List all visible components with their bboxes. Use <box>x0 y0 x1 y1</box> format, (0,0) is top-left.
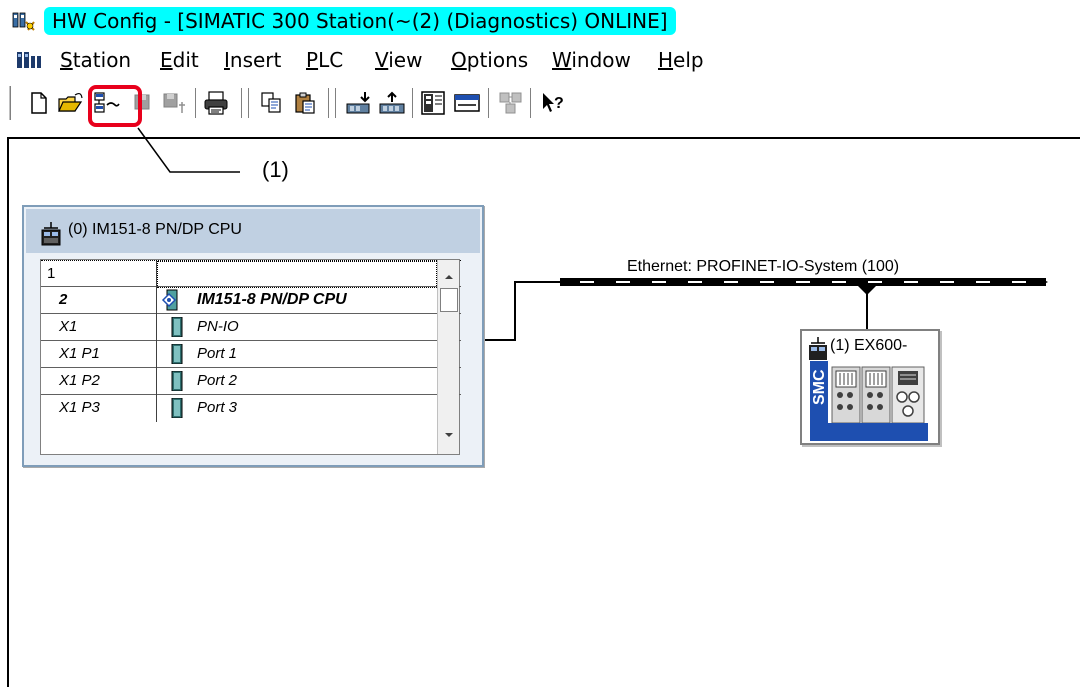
rack-icon <box>41 222 61 246</box>
device-name: (1) EX600- <box>830 337 908 354</box>
port-module-icon <box>171 398 183 418</box>
cpu-module-icon <box>161 289 178 311</box>
smc-logo: SMC <box>811 369 828 405</box>
slot-number: X1 P2 <box>41 368 157 395</box>
slot-number: 1 <box>41 261 157 288</box>
module-cell[interactable]: Port 2 <box>157 368 437 395</box>
module-cell[interactable] <box>157 261 437 288</box>
ex600-device-image: SMC <box>810 361 928 441</box>
rack-title: (0) IM151-8 PN/DP CPU <box>68 221 242 238</box>
scroll-up-arrow-icon[interactable] <box>442 272 456 282</box>
rack-row[interactable]: 1 <box>41 260 461 288</box>
profinet-system-label: Ethernet: PROFINET-IO-System (100) <box>627 258 900 275</box>
module-cell[interactable]: Port 1 <box>157 341 437 368</box>
slot-number: X1 <box>41 314 157 341</box>
slot-number: X1 P1 <box>41 341 157 368</box>
rack-row[interactable]: X1 PN-IO <box>41 314 461 341</box>
scroll-thumb[interactable] <box>440 288 458 312</box>
device-rack-icon <box>809 337 827 360</box>
rack-row[interactable]: X1 P3 Port 3 <box>41 395 461 422</box>
port-module-icon <box>171 344 183 364</box>
rack-row[interactable]: X1 P1 Port 1 <box>41 341 461 368</box>
rack-window[interactable]: (0) IM151-8 PN/DP CPU 1 2 IM151-8 PN/DP … <box>22 205 484 467</box>
ex600-device[interactable]: (1) EX600- SMC <box>800 329 940 445</box>
rack-row[interactable]: X1 P2 Port 2 <box>41 368 461 395</box>
module-cell[interactable]: PN-IO <box>157 314 437 341</box>
rack-scrollbar[interactable] <box>437 260 459 454</box>
rack-slot-table: 1 2 IM151-8 PN/DP CPU X1 PN-IO X1 P1 Por… <box>40 259 461 455</box>
port-module-icon <box>171 371 183 391</box>
slot-number: 2 <box>41 287 157 314</box>
module-cell[interactable]: IM151-8 PN/DP CPU <box>157 287 437 314</box>
rack-row[interactable]: 2 IM151-8 PN/DP CPU <box>41 287 461 314</box>
rack-header: (0) IM151-8 PN/DP CPU <box>26 209 480 253</box>
interface-module-icon <box>171 317 183 337</box>
slot-number: X1 P3 <box>41 395 157 422</box>
module-cell[interactable]: Port 3 <box>157 395 437 422</box>
scroll-down-arrow-icon[interactable] <box>442 430 456 440</box>
